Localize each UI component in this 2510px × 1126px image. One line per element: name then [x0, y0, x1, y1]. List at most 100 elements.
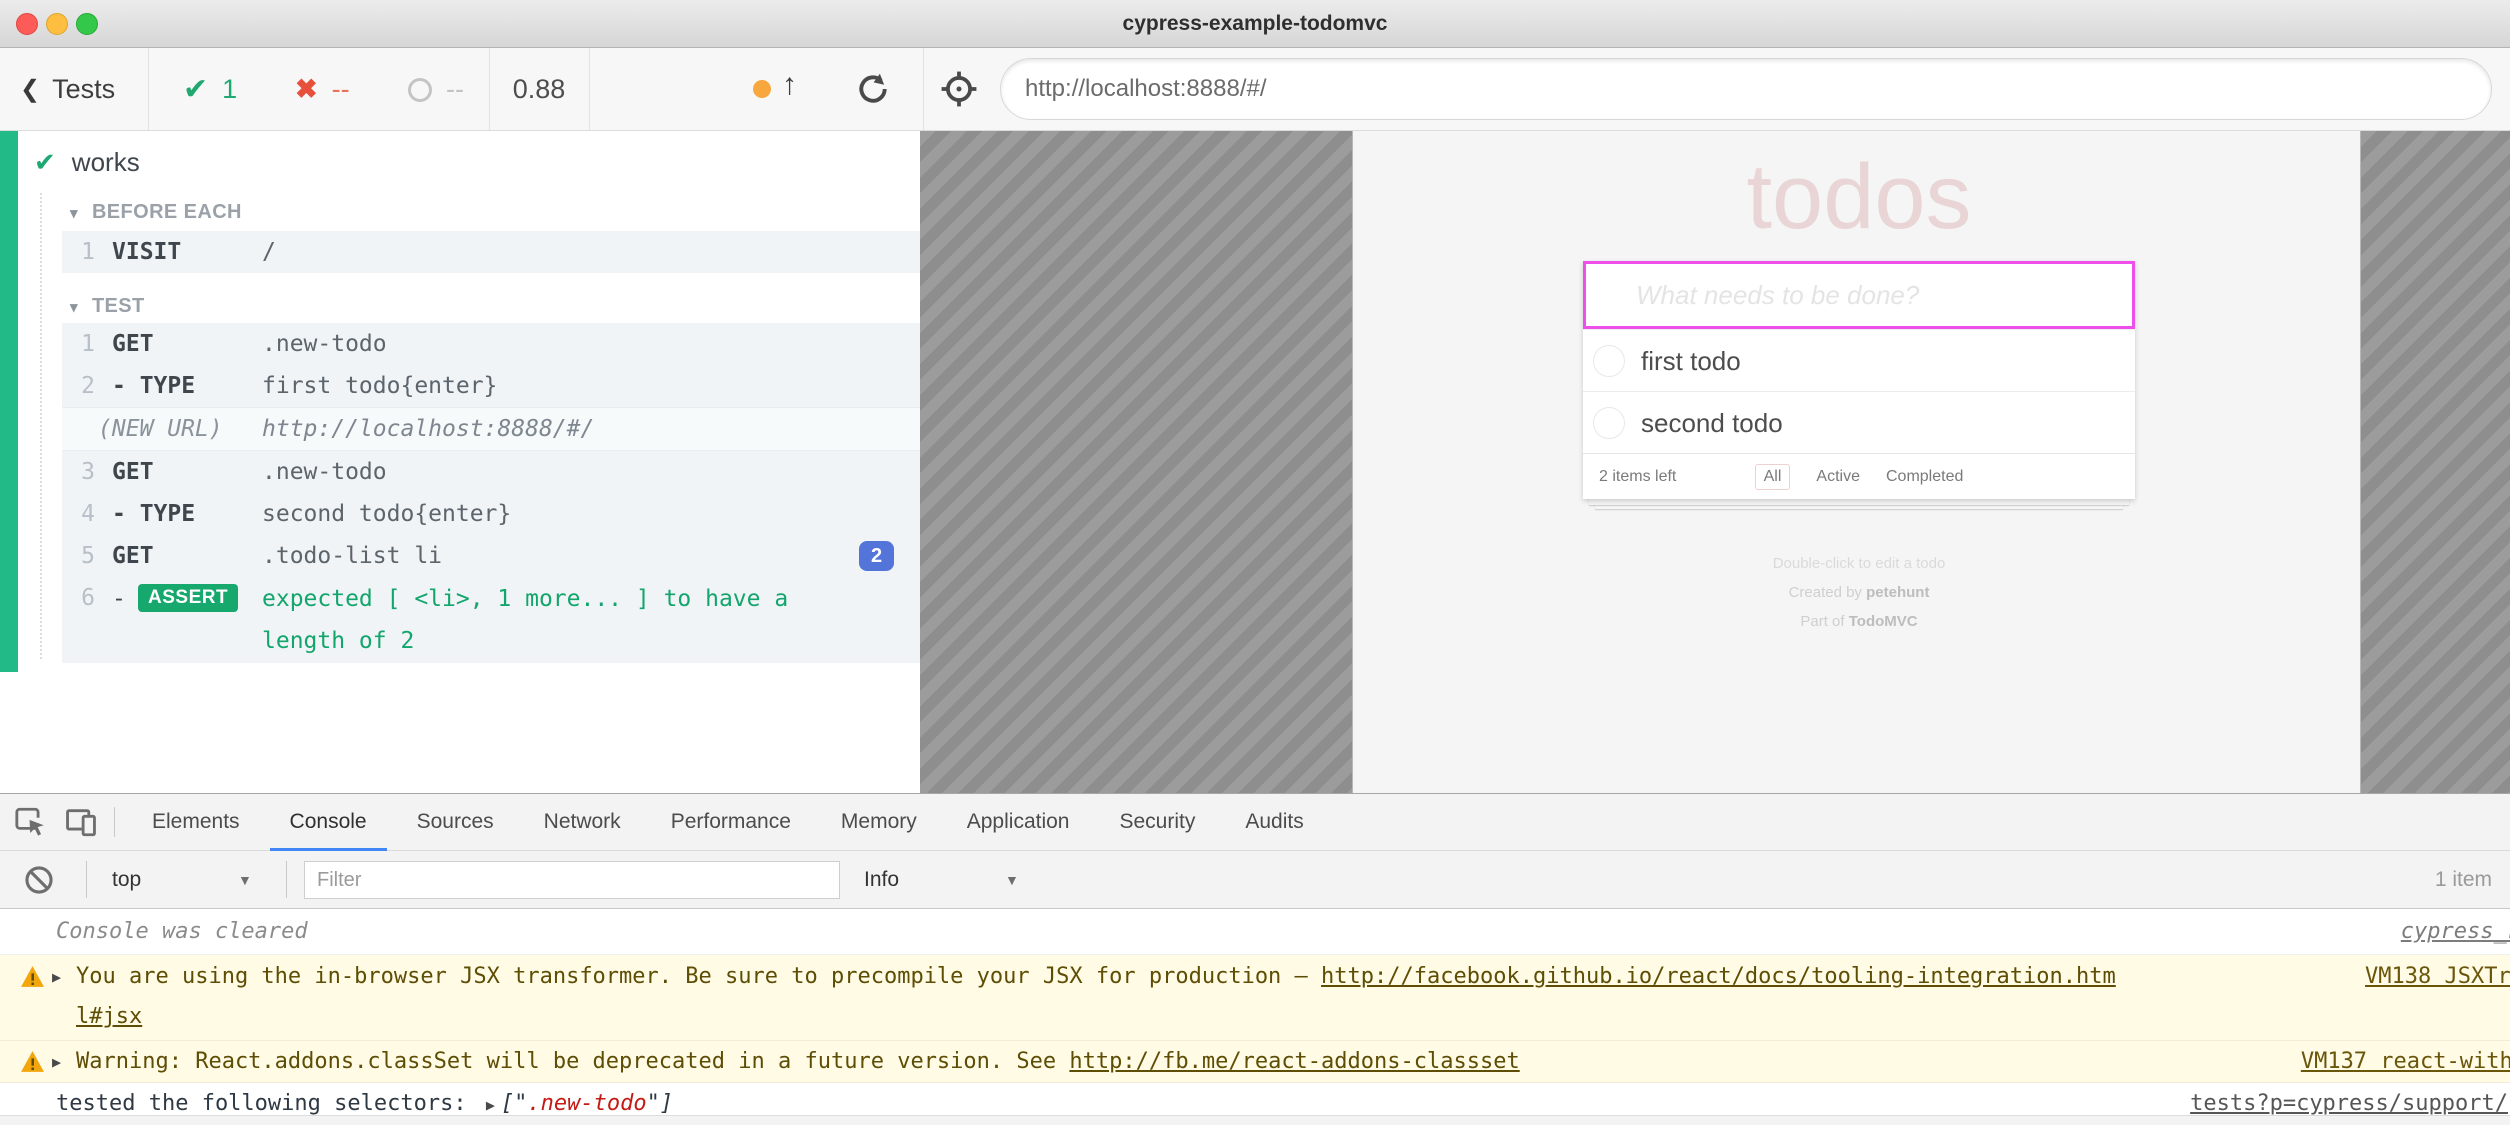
source-link[interactable]: VM138 JSXTra [2365, 955, 2510, 999]
scroll-up-arrow-icon: ↑ [782, 68, 797, 102]
expand-arrow-icon[interactable]: ▶ [486, 1096, 495, 1114]
command-log-guide-line [40, 193, 42, 659]
array-bracket-open: [" [501, 1091, 528, 1116]
chevron-down-icon[interactable]: ▼ [238, 851, 252, 909]
app-under-test-area: todos first todo second todo 2 items lef… [920, 131, 2510, 793]
check-icon: ✔ [34, 147, 56, 178]
log-level-select[interactable]: Info [864, 851, 899, 909]
refresh-icon[interactable] [855, 71, 891, 107]
warning-text: Warning: React.addons.classSet will be d… [76, 1049, 1069, 1074]
expand-arrow-icon[interactable]: ▶ [52, 955, 61, 999]
tab-memory[interactable]: Memory [816, 794, 942, 851]
selector-playground-crosshair-icon[interactable] [940, 70, 978, 108]
tab-elements[interactable]: Elements [127, 794, 265, 851]
console-messages: Console was cleared cypress_r ▶ You are … [0, 909, 2510, 1125]
command-number: 5 [62, 535, 95, 577]
section-before-each[interactable]: ▾ BEFORE EACH [70, 201, 242, 224]
command-method: VISIT [112, 231, 181, 273]
command-args: .new-todo [262, 451, 387, 493]
todo-filters: All Active Completed [1583, 454, 2135, 500]
console-warning-classset: ▶ Warning: React.addons.classSet will be… [0, 1041, 2510, 1083]
console-toolbar: top ▼ Info ▼ 1 item [0, 851, 2510, 909]
todomvc-prefix: Part of [1800, 613, 1848, 630]
console-bottom-strip [0, 1115, 2510, 1125]
todo-toggle-checkbox[interactable] [1593, 407, 1625, 439]
command-log-panel: ✔ works ▾ BEFORE EACH 1 VISIT / ▾ TEST 1… [0, 131, 920, 793]
tab-security[interactable]: Security [1094, 794, 1220, 851]
new-todo-input[interactable] [1586, 264, 2132, 326]
command-method: GET [112, 451, 154, 493]
test-pass-progress-bar [0, 131, 18, 672]
warning-triangle-icon [20, 965, 45, 988]
tab-sources[interactable]: Sources [392, 794, 519, 851]
command-number: 1 [62, 323, 95, 365]
warning-link[interactable]: http://facebook.github.io/react/docs/too… [1321, 964, 2116, 989]
execution-context-select[interactable]: top [112, 851, 141, 909]
failed-stat: ✖ -- [295, 48, 350, 131]
url-text: http://localhost:8888/#/ [1025, 75, 1267, 102]
source-link[interactable]: cypress_r [2401, 909, 2510, 955]
command-row-get-newtodo-1[interactable]: 1 GET .new-todo [62, 323, 920, 365]
source-link[interactable]: VM137 react-with- [2301, 1041, 2510, 1083]
back-to-tests-button[interactable]: ❮ Tests [20, 48, 115, 131]
viewport-indicator-dot [753, 80, 771, 98]
back-label: Tests [52, 74, 115, 105]
command-row-get-newtodo-2[interactable]: 3 GET .new-todo [62, 451, 920, 493]
command-args: second todo{enter} [262, 493, 511, 535]
filter-completed[interactable]: Completed [1886, 468, 1963, 486]
inspect-element-icon[interactable] [14, 805, 48, 839]
command-method: - TYPE [112, 493, 195, 535]
app-viewport: todos first todo second todo 2 items lef… [1353, 131, 2360, 793]
todos-heading: todos [1583, 145, 2135, 250]
filter-active[interactable]: Active [1816, 468, 1860, 486]
tab-network[interactable]: Network [519, 794, 646, 851]
command-number: 6 [62, 577, 95, 619]
tab-console[interactable]: Console [265, 794, 392, 851]
tab-audits[interactable]: Audits [1220, 794, 1328, 851]
command-number: 2 [62, 365, 95, 407]
url-bar[interactable]: http://localhost:8888/#/ [1000, 58, 2492, 120]
clear-console-icon[interactable] [22, 863, 56, 897]
filter-all[interactable]: All [1755, 464, 1791, 490]
tab-performance[interactable]: Performance [646, 794, 816, 851]
main-area: ✔ works ▾ BEFORE EACH 1 VISIT / ▾ TEST 1… [0, 131, 2510, 793]
console-filter-input[interactable] [304, 861, 840, 899]
command-row-assert[interactable]: 6 - ASSERT expected [ <li>, 1 more... ] … [62, 577, 920, 663]
command-row-visit[interactable]: 1 VISIT / [62, 231, 920, 273]
credit-author-link[interactable]: petehunt [1866, 584, 1929, 601]
command-args: .todo-list li [262, 535, 442, 577]
command-number: 4 [62, 493, 95, 535]
new-todo-highlighted-row [1583, 261, 2135, 329]
window-title: cypress-example-todomvc [0, 0, 2510, 48]
todo-item: second todo [1583, 391, 2135, 453]
cross-icon: ✖ [295, 74, 318, 105]
todo-label: first todo [1641, 330, 1741, 392]
command-row-new-url[interactable]: (NEW URL) http://localhost:8888/#/ [62, 407, 920, 451]
assert-badge: ASSERT [138, 584, 238, 612]
command-row-get-todolist[interactable]: 5 GET .todo-list li 2 [62, 535, 920, 577]
tab-application[interactable]: Application [942, 794, 1095, 851]
toolbar-separator [86, 861, 87, 898]
toolbar-separator [286, 861, 287, 898]
failed-count: -- [332, 74, 350, 105]
todo-toggle-checkbox[interactable] [1593, 345, 1625, 377]
assert-dash: - [112, 577, 126, 621]
command-number: 3 [62, 451, 95, 493]
command-row-type-first[interactable]: 2 - TYPE first todo{enter} [62, 365, 920, 407]
todomvc-link[interactable]: TodoMVC [1849, 613, 1918, 630]
warning-link-wrapped[interactable]: l#jsx [76, 1004, 142, 1029]
toolbar-separator [114, 807, 115, 837]
todomvc-line: Part of TodoMVC [1583, 607, 2135, 636]
warning-link[interactable]: http://fb.me/react-addons-classset [1069, 1049, 1519, 1074]
chevron-down-icon[interactable]: ▼ [1005, 851, 1019, 909]
edit-hint: Double-click to edit a todo [1583, 549, 2135, 578]
todoapp-card: first todo second todo 2 items left All … [1583, 261, 2135, 499]
chevron-left-icon: ❮ [20, 75, 40, 104]
expand-arrow-icon[interactable]: ▶ [52, 1041, 61, 1083]
section-test[interactable]: ▾ TEST [70, 295, 145, 318]
todo-item: first todo [1583, 329, 2135, 391]
command-args: first todo{enter} [262, 365, 497, 407]
test-title-row[interactable]: ✔ works [34, 147, 140, 178]
command-row-type-second[interactable]: 4 - TYPE second todo{enter} [62, 493, 920, 535]
toggle-device-toolbar-icon[interactable] [64, 805, 98, 839]
